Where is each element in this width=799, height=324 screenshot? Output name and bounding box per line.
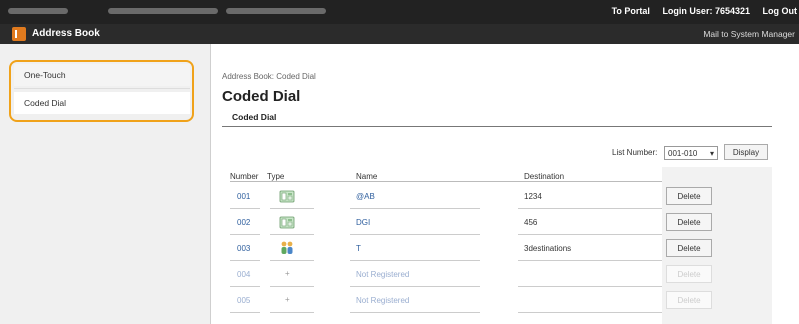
entry-destination: 3destinations bbox=[524, 244, 572, 253]
address-book-icon bbox=[12, 27, 26, 41]
entry-destination: 1234 bbox=[524, 192, 542, 201]
delete-button[interactable]: Delete bbox=[666, 213, 712, 231]
entry-number-link[interactable]: 001 bbox=[237, 192, 250, 201]
breadcrumb: Address Book: Coded Dial bbox=[222, 72, 316, 81]
delete-button[interactable]: Delete bbox=[666, 187, 712, 205]
section-header: Coded Dial bbox=[222, 112, 772, 127]
cell-divider bbox=[350, 286, 480, 287]
section-title: Coded Dial bbox=[232, 112, 277, 122]
delete-button[interactable]: Delete bbox=[666, 239, 712, 257]
column-header-type: Type bbox=[267, 172, 285, 181]
list-number-label: List Number: bbox=[612, 148, 658, 157]
list-number-value: 001-010 bbox=[668, 149, 698, 158]
blurred-text bbox=[108, 8, 218, 14]
cell-divider bbox=[350, 312, 480, 313]
empty-type-marker: + bbox=[285, 269, 290, 278]
top-bar: To Portal Login User: 7654321 Log Out bbox=[0, 0, 799, 24]
column-header-name: Name bbox=[356, 172, 378, 181]
cell-divider bbox=[350, 234, 480, 235]
cell-divider bbox=[350, 260, 480, 261]
table-row: 005 + Not Registered Delete bbox=[0, 288, 799, 314]
entry-number-link[interactable]: 002 bbox=[237, 218, 250, 227]
app-title: Address Book bbox=[32, 28, 100, 39]
login-user-text: Login User: 7654321 bbox=[662, 6, 750, 16]
header-divider bbox=[230, 181, 662, 182]
group-icon bbox=[281, 241, 293, 254]
to-portal-link[interactable]: To Portal bbox=[612, 6, 650, 16]
fax-icon bbox=[279, 190, 295, 203]
cell-divider bbox=[230, 234, 260, 235]
cell-divider bbox=[270, 208, 314, 209]
cell-divider bbox=[270, 286, 314, 287]
mail-to-system-manager-link[interactable]: Mail to System Manager bbox=[703, 29, 795, 39]
title-bar: Address Book Mail to System Manager bbox=[0, 24, 799, 44]
list-number-select[interactable]: 001-010 ▾ bbox=[664, 146, 718, 160]
table-row: 004 + Not Registered Delete bbox=[0, 262, 799, 288]
display-button[interactable]: Display bbox=[724, 144, 768, 160]
table-row: 001 @AB 1234 Delete bbox=[0, 184, 799, 210]
table-row: 003 T 3destinations Delete bbox=[0, 236, 799, 262]
cell-divider bbox=[350, 208, 480, 209]
fax-icon bbox=[279, 216, 295, 229]
cell-divider bbox=[230, 286, 260, 287]
logout-link[interactable]: Log Out bbox=[763, 6, 798, 16]
empty-type-marker: + bbox=[285, 295, 290, 304]
cell-divider bbox=[230, 260, 260, 261]
cell-divider bbox=[518, 260, 662, 261]
blurred-text bbox=[8, 8, 68, 14]
page-title: Coded Dial bbox=[222, 88, 301, 105]
cell-divider bbox=[518, 234, 662, 235]
top-links: To Portal Login User: 7654321 Log Out bbox=[602, 6, 797, 16]
cell-divider bbox=[230, 312, 260, 313]
table-row: 002 DGI 456 Delete bbox=[0, 210, 799, 236]
entry-name-link[interactable]: T bbox=[356, 244, 361, 253]
entry-name-link[interactable]: DGI bbox=[356, 218, 370, 227]
column-header-number: Number bbox=[230, 172, 259, 181]
cell-divider bbox=[270, 234, 314, 235]
entry-number-link[interactable]: 003 bbox=[237, 244, 250, 253]
delete-button[interactable]: Delete bbox=[666, 265, 712, 283]
entry-name-link[interactable]: Not Registered bbox=[356, 270, 409, 279]
delete-button[interactable]: Delete bbox=[666, 291, 712, 309]
cell-divider bbox=[518, 312, 662, 313]
cell-divider bbox=[270, 312, 314, 313]
cell-divider bbox=[270, 260, 314, 261]
blurred-text bbox=[226, 8, 326, 14]
column-header-destination: Destination bbox=[524, 172, 565, 181]
entry-number-link[interactable]: 004 bbox=[237, 270, 250, 279]
chevron-down-icon: ▾ bbox=[709, 149, 714, 158]
entry-destination: 456 bbox=[524, 218, 538, 227]
cell-divider bbox=[230, 208, 260, 209]
entry-name-link[interactable]: @AB bbox=[356, 192, 375, 201]
entry-number-link[interactable]: 005 bbox=[237, 296, 250, 305]
entry-name-link[interactable]: Not Registered bbox=[356, 296, 409, 305]
cell-divider bbox=[518, 286, 662, 287]
cell-divider bbox=[518, 208, 662, 209]
highlight-callout bbox=[9, 60, 194, 122]
